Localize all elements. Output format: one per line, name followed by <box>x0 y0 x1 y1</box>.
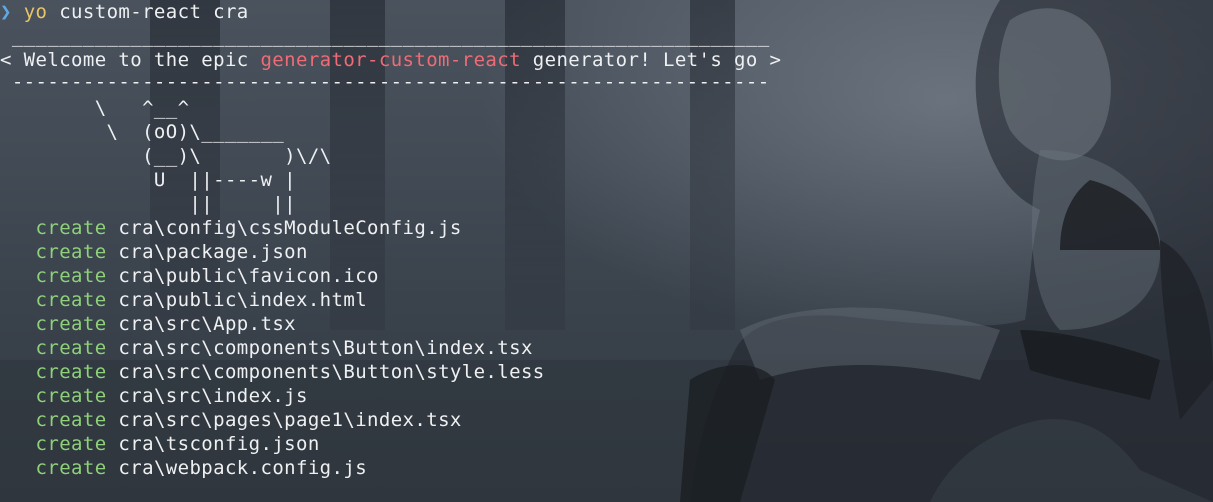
ascii-cow-line: U ||----w | <box>0 169 296 191</box>
created-file-path: cra\package.json <box>118 241 308 263</box>
create-log-line: create cra\src\components\Button\index.t… <box>0 336 533 360</box>
create-verb: create <box>35 337 107 359</box>
command-args: custom-react cra <box>47 1 249 23</box>
created-file-path: cra\src\components\Button\index.tsx <box>118 337 533 359</box>
create-log-line: create cra\tsconfig.json <box>0 432 320 456</box>
create-log-line: create cra\webpack.config.js <box>0 456 367 480</box>
created-file-path: cra\config\cssModuleConfig.js <box>118 217 462 239</box>
create-verb: create <box>35 457 107 479</box>
created-file-path: cra\webpack.config.js <box>118 457 368 479</box>
create-verb: create <box>35 385 107 407</box>
created-file-path: cra\public\favicon.ico <box>118 265 379 287</box>
ascii-cow-line: \ ^__^ <box>0 97 190 119</box>
create-verb: create <box>35 289 107 311</box>
create-verb: create <box>35 265 107 287</box>
created-file-path: cra\tsconfig.json <box>118 433 320 455</box>
created-file-path: cra\public\index.html <box>118 289 368 311</box>
create-log-line: create cra\public\favicon.ico <box>0 264 379 288</box>
created-file-path: cra\src\components\Button\style.less <box>118 361 545 383</box>
create-log-line: create cra\src\components\Button\style.l… <box>0 360 545 384</box>
create-verb: create <box>35 217 107 239</box>
ascii-cow-line: \ (oO)\_______ <box>0 121 285 143</box>
create-verb: create <box>35 433 107 455</box>
ascii-cow-line: (__)\ )\/\ <box>0 145 332 167</box>
banner-text-post: generator! Let's go > <box>520 49 782 71</box>
create-verb: create <box>35 313 107 335</box>
create-log-line: create cra\public\index.html <box>0 288 367 312</box>
banner-text-pre: < Welcome to the epic <box>0 49 261 71</box>
banner-top-rule: ________________________________________… <box>0 25 770 47</box>
prompt-line: ❯ yo custom-react cra <box>0 0 249 24</box>
create-verb: create <box>35 361 107 383</box>
create-log-line: create cra\src\index.js <box>0 384 308 408</box>
create-log-line: create cra\package.json <box>0 240 308 264</box>
command-name: yo <box>23 1 48 23</box>
terminal-output[interactable]: ❯ yo custom-react cra __________________… <box>0 0 1213 502</box>
create-log-line: create cra\config\cssModuleConfig.js <box>0 216 462 240</box>
banner-bottom-rule: ----------------------------------------… <box>0 71 770 93</box>
create-verb: create <box>35 241 107 263</box>
created-file-path: cra\src\index.js <box>118 385 308 407</box>
created-file-path: cra\src\pages\page1\index.tsx <box>118 409 462 431</box>
ascii-cow-line: || || <box>0 193 296 215</box>
banner-message: < Welcome to the epic generator-custom-r… <box>0 48 781 72</box>
created-file-path: cra\src\App.tsx <box>118 313 297 335</box>
create-verb: create <box>35 409 107 431</box>
banner-generator-name: generator-custom-react <box>260 49 521 71</box>
create-log-line: create cra\src\pages\page1\index.tsx <box>0 408 462 432</box>
prompt-chevron-icon: ❯ <box>0 1 12 23</box>
create-log-line: create cra\src\App.tsx <box>0 312 296 336</box>
